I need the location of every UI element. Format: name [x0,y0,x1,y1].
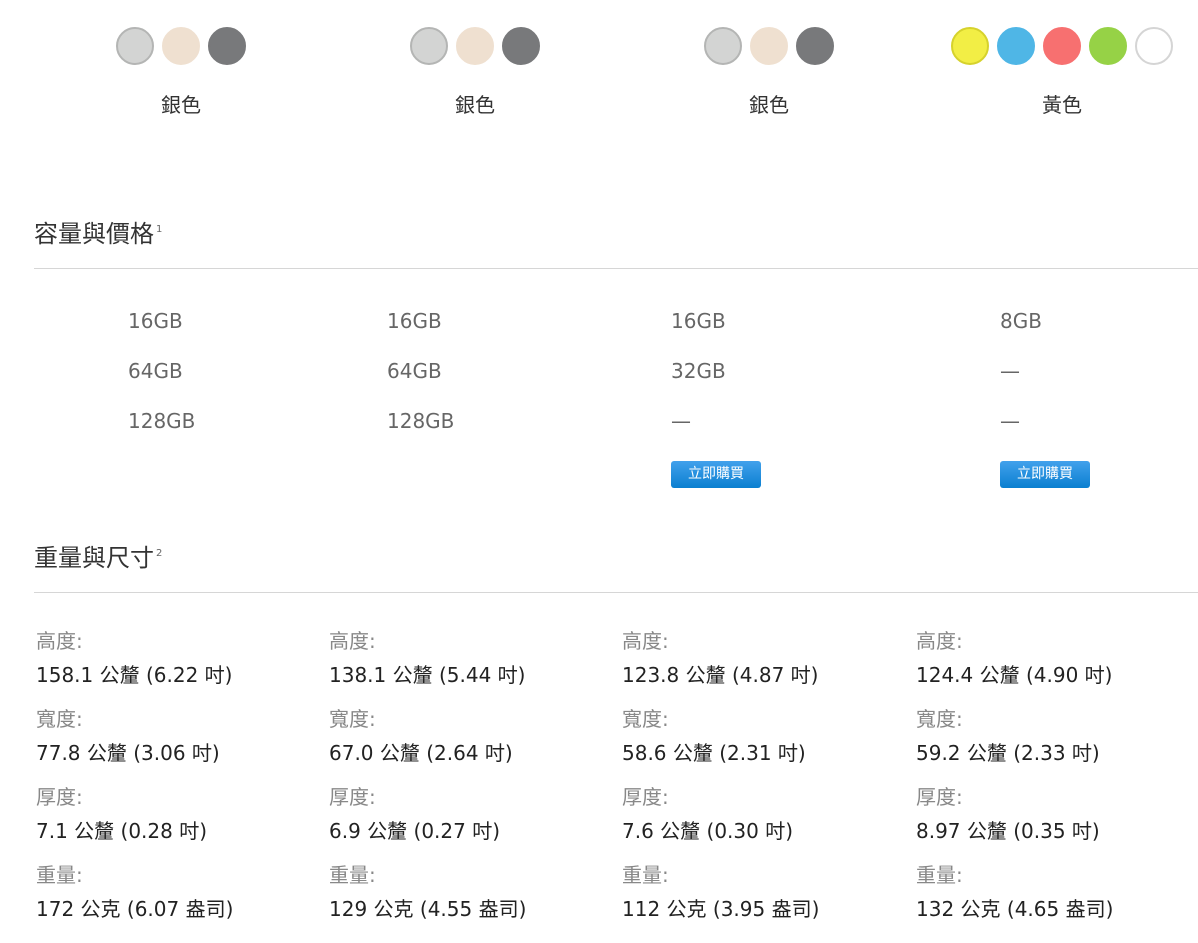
color-name: 銀色 [161,93,201,117]
footnote-marker[interactable]: 1 [156,224,162,235]
dimensions-title-text: 重量與尺寸 [34,544,154,572]
color-swatch[interactable] [796,27,834,65]
capacity-option: — [1000,359,1020,383]
dimensions-column-3: 高度: 123.8 公釐 (4.87 吋) 寬度: 58.6 公釐 (2.31 … [622,626,819,938]
capacity-option: 64GB [387,359,442,383]
width-value: 67.0 公釐 (2.64 吋) [329,741,513,765]
color-swatch[interactable] [502,27,540,65]
width-value: 58.6 公釐 (2.31 吋) [622,741,806,765]
color-swatch[interactable] [456,27,494,65]
capacity-option: 8GB [1000,309,1042,333]
depth-label: 厚度: [622,785,669,809]
weight-value: 172 公克 (6.07 盎司) [36,897,234,921]
color-column-2: 銀色 [406,27,544,117]
swatch-group [700,27,838,67]
capacity-option: 128GB [387,409,455,433]
capacity-column-3: 16GB 32GB — [671,306,726,456]
swatch-group [112,27,250,67]
weight-label: 重量: [329,863,376,887]
dimensions-divider [34,592,1198,593]
color-swatch[interactable] [1043,27,1081,65]
width-label: 寬度: [916,707,963,731]
color-swatch[interactable] [208,27,246,65]
swatch-group [406,27,544,67]
capacity-section-title: 容量與價格 1 [34,219,162,249]
capacity-option: 16GB [128,309,183,333]
color-swatch[interactable] [162,27,200,65]
depth-label: 厚度: [916,785,963,809]
color-swatch[interactable] [1089,27,1127,65]
weight-label: 重量: [622,863,669,887]
buy-now-button[interactable]: 立即購買 [671,461,761,488]
height-value: 138.1 公釐 (5.44 吋) [329,663,526,687]
height-label: 高度: [622,629,669,653]
color-swatch[interactable] [750,27,788,65]
width-value: 77.8 公釐 (3.06 吋) [36,741,220,765]
color-swatch[interactable] [116,27,154,65]
depth-label: 厚度: [36,785,83,809]
capacity-option: — [671,409,691,433]
footnote-marker[interactable]: 2 [156,548,162,559]
dimensions-column-2: 高度: 138.1 公釐 (5.44 吋) 寬度: 67.0 公釐 (2.64 … [329,626,526,938]
capacity-option: 16GB [387,309,442,333]
color-name: 銀色 [455,93,495,117]
capacity-column-4: 8GB — — [1000,306,1042,456]
depth-label: 厚度: [329,785,376,809]
color-swatch[interactable] [1135,27,1173,65]
weight-value: 129 公克 (4.55 盎司) [329,897,527,921]
weight-value: 112 公克 (3.95 盎司) [622,897,820,921]
color-name: 銀色 [749,93,789,117]
buy-now-button[interactable]: 立即購買 [1000,461,1090,488]
weight-label: 重量: [916,863,963,887]
width-label: 寬度: [329,707,376,731]
height-value: 124.4 公釐 (4.90 吋) [916,663,1113,687]
capacity-column-2: 16GB 64GB 128GB [387,306,454,456]
dimensions-column-4: 高度: 124.4 公釐 (4.90 吋) 寬度: 59.2 公釐 (2.33 … [916,626,1113,938]
width-label: 寬度: [622,707,669,731]
colors-row: 銀色 銀色 銀色 黃色 [0,27,1198,127]
color-swatch[interactable] [704,27,742,65]
capacity-option: 32GB [671,359,726,383]
weight-value: 132 公克 (4.65 盎司) [916,897,1114,921]
depth-value: 8.97 公釐 (0.35 吋) [916,819,1100,843]
capacity-title-text: 容量與價格 [34,220,154,248]
height-value: 158.1 公釐 (6.22 吋) [36,663,233,687]
capacity-option: — [1000,409,1020,433]
color-column-4: 黃色 [947,27,1177,117]
height-label: 高度: [36,629,83,653]
color-column-1: 銀色 [112,27,250,117]
color-name: 黃色 [1042,93,1082,117]
depth-value: 7.1 公釐 (0.28 吋) [36,819,208,843]
depth-value: 6.9 公釐 (0.27 吋) [329,819,501,843]
capacity-column-1: 16GB 64GB 128GB [128,306,195,456]
color-swatch[interactable] [410,27,448,65]
capacity-option: 128GB [128,409,196,433]
height-label: 高度: [329,629,376,653]
swatch-group [947,27,1177,67]
height-label: 高度: [916,629,963,653]
color-column-3: 銀色 [700,27,838,117]
color-swatch[interactable] [997,27,1035,65]
capacity-option: 16GB [671,309,726,333]
capacity-divider [34,268,1198,269]
dimensions-column-1: 高度: 158.1 公釐 (6.22 吋) 寬度: 77.8 公釐 (3.06 … [36,626,233,938]
depth-value: 7.6 公釐 (0.30 吋) [622,819,794,843]
weight-label: 重量: [36,863,83,887]
width-label: 寬度: [36,707,83,731]
color-swatch[interactable] [951,27,989,65]
width-value: 59.2 公釐 (2.33 吋) [916,741,1100,765]
dimensions-section-title: 重量與尺寸 2 [34,543,162,573]
capacity-option: 64GB [128,359,183,383]
height-value: 123.8 公釐 (4.87 吋) [622,663,819,687]
